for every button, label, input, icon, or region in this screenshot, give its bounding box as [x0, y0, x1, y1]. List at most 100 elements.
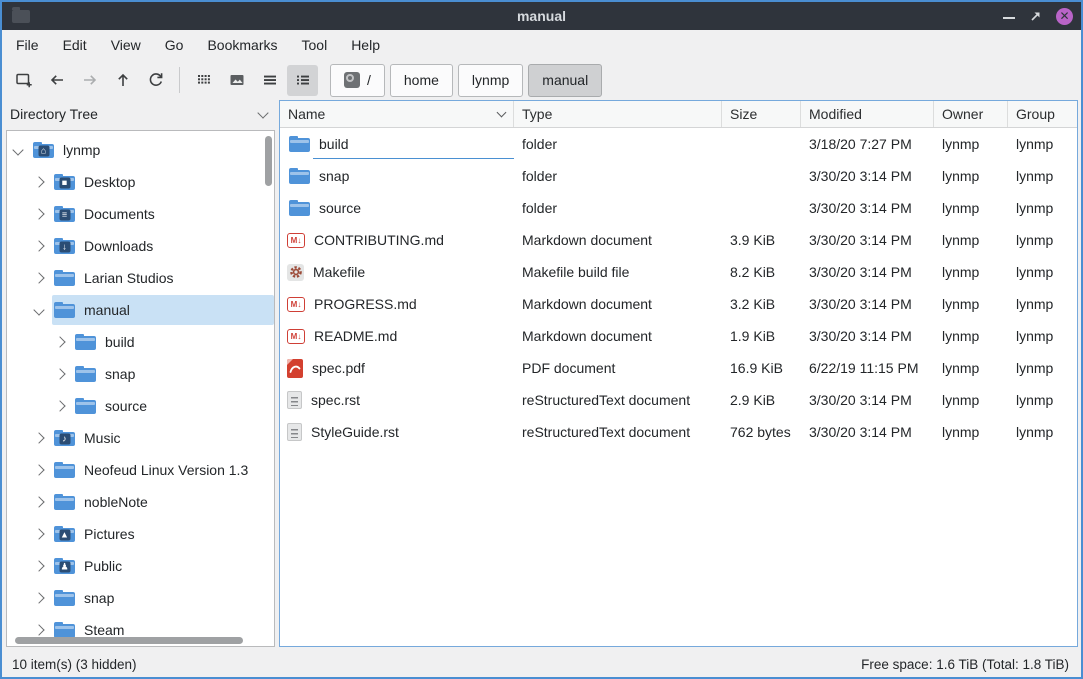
cell-group: lynmp: [1008, 288, 1077, 320]
maximize-button[interactable]: [1029, 10, 1042, 23]
column-header-owner[interactable]: Owner: [934, 101, 1008, 127]
file-name: StyleGuide.rst: [311, 424, 399, 440]
tree-item-body: snap: [73, 359, 274, 389]
titlebar[interactable]: manual ✕: [2, 2, 1081, 30]
menu-item-bookmarks[interactable]: Bookmarks: [195, 32, 289, 58]
cell-group: lynmp: [1008, 384, 1077, 416]
file-row-styleguide-rst[interactable]: StyleGuide.rstreStructuredText document7…: [280, 416, 1077, 448]
menu-item-go[interactable]: Go: [153, 32, 196, 58]
column-header-label: Size: [730, 106, 757, 122]
menu-item-file[interactable]: File: [4, 32, 51, 58]
path-button-home[interactable]: home: [390, 64, 453, 97]
rst-file-icon: [287, 423, 302, 441]
chevron-right-icon[interactable]: [33, 432, 44, 443]
file-list: buildfolder3/18/20 7:27 PMlynmplynmpsnap…: [280, 128, 1077, 646]
file-row-spec-rst[interactable]: spec.rstreStructuredText document2.9 KiB…: [280, 384, 1077, 416]
chevron-right-icon[interactable]: [33, 528, 44, 539]
file-name: spec.pdf: [312, 360, 365, 376]
chevron-right-icon[interactable]: [33, 560, 44, 571]
chevron-right-icon[interactable]: [33, 464, 44, 475]
rst-file-icon: [287, 391, 302, 409]
tree-item-lynmp[interactable]: ⌂lynmp: [7, 134, 274, 166]
file-name: CONTRIBUTING.md: [314, 232, 444, 248]
path-button-lynmp[interactable]: lynmp: [458, 64, 523, 97]
tree-item-downloads[interactable]: ↓Downloads: [7, 230, 274, 262]
up-button[interactable]: [107, 65, 138, 96]
new-tab-button[interactable]: [8, 65, 39, 96]
file-row-contributing-md[interactable]: M↓CONTRIBUTING.mdMarkdown document3.9 Ki…: [280, 224, 1077, 256]
path-button-manual[interactable]: manual: [528, 64, 602, 97]
tree-item-snap[interactable]: snap: [7, 582, 274, 614]
tree-item-neofeud-linux-version-1-3[interactable]: Neofeud Linux Version 1.3: [7, 454, 274, 486]
file-row-readme-md[interactable]: M↓README.mdMarkdown document1.9 KiB3/30/…: [280, 320, 1077, 352]
tree-item-music[interactable]: ♪Music: [7, 422, 274, 454]
tree-item-noblenote[interactable]: nobleNote: [7, 486, 274, 518]
chevron-right-icon[interactable]: [54, 368, 65, 379]
folder-icon: [289, 136, 310, 152]
chevron-right-icon[interactable]: [33, 272, 44, 283]
cell-modified: 3/30/20 3:14 PM: [801, 320, 934, 352]
chevron-right-icon[interactable]: [33, 176, 44, 187]
file-row-spec-pdf[interactable]: spec.pdfPDF document16.9 KiB6/22/19 11:1…: [280, 352, 1077, 384]
chevron-right-icon[interactable]: [33, 592, 44, 603]
chevron-right-icon[interactable]: [33, 496, 44, 507]
column-header-size[interactable]: Size: [722, 101, 801, 127]
chevron-right-icon[interactable]: [54, 400, 65, 411]
chevron-down-icon[interactable]: [12, 144, 23, 155]
tree-item-snap[interactable]: snap: [7, 358, 274, 390]
directory-tree: ⌂lynmp■Desktop≡Documents↓Downloads Larian…: [6, 130, 275, 647]
column-header-modified[interactable]: Modified: [801, 101, 934, 127]
path-button-root[interactable]: /: [330, 64, 385, 97]
tree-item-larian-studios[interactable]: Larian Studios: [7, 262, 274, 294]
thumbnail-view-button[interactable]: [221, 65, 252, 96]
file-row-makefile[interactable]: MakefileMakefile build file8.2 KiB3/30/2…: [280, 256, 1077, 288]
icon-view-button[interactable]: [188, 65, 219, 96]
folder-icon: [54, 270, 75, 286]
forward-button[interactable]: [74, 65, 105, 96]
chevron-right-icon[interactable]: [54, 336, 65, 347]
cell-size: 1.9 KiB: [722, 320, 801, 352]
back-button[interactable]: [41, 65, 72, 96]
menu-item-tool[interactable]: Tool: [290, 32, 340, 58]
tree-item-build[interactable]: build: [7, 326, 274, 358]
tree-vertical-scrollbar[interactable]: [265, 136, 272, 186]
tree-item-manual[interactable]: manual: [7, 294, 274, 326]
tree-item-body: build: [73, 327, 274, 357]
tree-item-documents[interactable]: ≡Documents: [7, 198, 274, 230]
path-button-label: lynmp: [472, 72, 509, 88]
tree-item-label: Larian Studios: [75, 270, 174, 286]
chevron-right-icon[interactable]: [33, 240, 44, 251]
tree-item-public[interactable]: ♟Public: [7, 550, 274, 582]
menu-item-help[interactable]: Help: [339, 32, 392, 58]
tree-item-source[interactable]: source: [7, 390, 274, 422]
detailed-list-view-button[interactable]: [287, 65, 318, 96]
folder-icon: [54, 302, 75, 318]
file-row-progress-md[interactable]: M↓PROGRESS.mdMarkdown document3.2 KiB3/3…: [280, 288, 1077, 320]
folder-icon: [289, 168, 310, 184]
chevron-right-icon[interactable]: [33, 624, 44, 635]
name-cell: build: [280, 128, 514, 160]
tree-horizontal-scrollbar[interactable]: [15, 637, 243, 644]
minimize-button[interactable]: [1003, 17, 1015, 19]
cell-type: Markdown document: [514, 224, 722, 256]
menu-item-edit[interactable]: Edit: [51, 32, 99, 58]
close-button[interactable]: ✕: [1056, 8, 1073, 25]
column-header-group[interactable]: Group: [1008, 101, 1077, 127]
chevron-down-icon[interactable]: [33, 304, 44, 315]
cell-modified: 6/22/19 11:15 PM: [801, 352, 934, 384]
tree-item-desktop[interactable]: ■Desktop: [7, 166, 274, 198]
column-header-type[interactable]: Type: [514, 101, 722, 127]
column-header-name[interactable]: Name: [280, 101, 514, 127]
menu-item-view[interactable]: View: [99, 32, 153, 58]
chevron-down-icon[interactable]: [257, 107, 268, 118]
file-row-snap[interactable]: snapfolder3/30/20 3:14 PMlynmplynmp: [280, 160, 1077, 192]
refresh-button[interactable]: [140, 65, 171, 96]
chevron-right-icon[interactable]: [33, 208, 44, 219]
file-row-source[interactable]: sourcefolder3/30/20 3:14 PMlynmplynmp: [280, 192, 1077, 224]
tree-item-pictures[interactable]: ▲Pictures: [7, 518, 274, 550]
cell-owner: lynmp: [934, 352, 1008, 384]
compact-view-button[interactable]: [254, 65, 285, 96]
sidebar-header[interactable]: Directory Tree: [2, 100, 279, 128]
file-row-build[interactable]: buildfolder3/18/20 7:27 PMlynmplynmp: [280, 128, 1077, 160]
cell-type: reStructuredText document: [514, 416, 722, 448]
